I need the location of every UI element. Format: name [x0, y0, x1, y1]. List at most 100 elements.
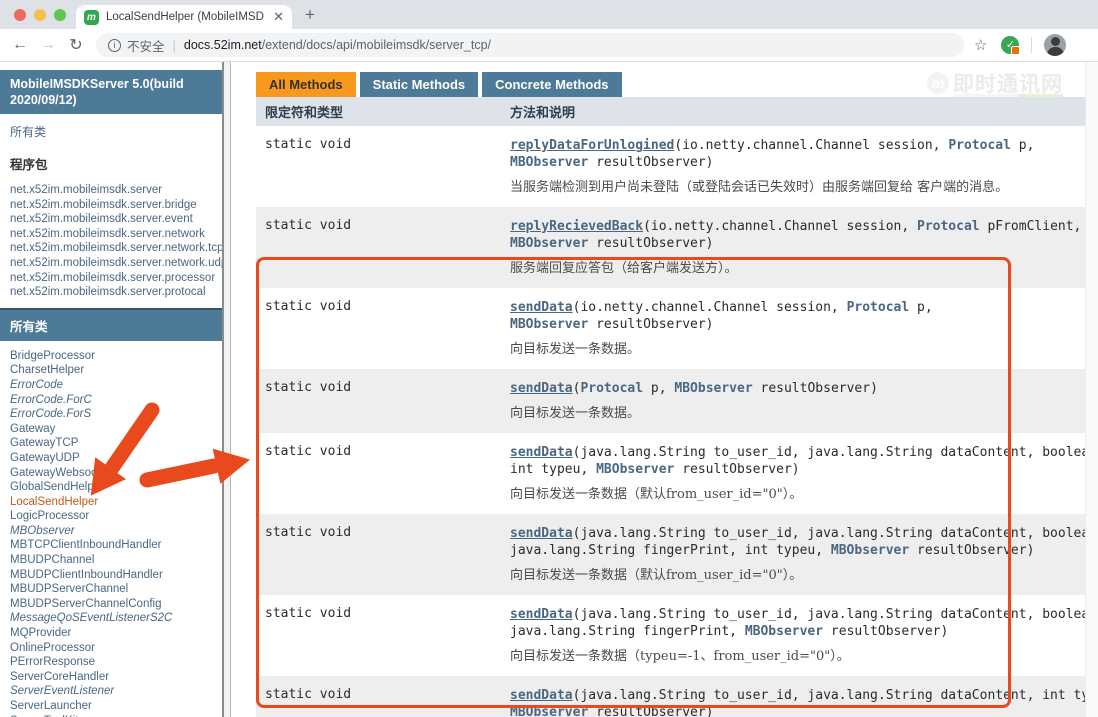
sidebar-class-link-active[interactable]: LocalSendHelper: [10, 496, 98, 508]
sidebar-class-link[interactable]: MBObserver: [10, 525, 75, 537]
type-link[interactable]: Protocal: [948, 138, 1011, 153]
class-item: PErrorResponse: [10, 655, 212, 670]
sidebar-class-link[interactable]: PErrorResponse: [10, 656, 95, 668]
method-cell: sendData(io.netty.channel.Channel sessio…: [510, 299, 1086, 357]
method-link[interactable]: sendData: [510, 688, 573, 703]
type-link[interactable]: MBObserver: [674, 381, 752, 396]
sidebar-class-link[interactable]: MBUDPChannel: [10, 554, 94, 566]
method-link[interactable]: replyRecievedBack: [510, 219, 643, 234]
not-secure-label: 不安全: [127, 36, 165, 55]
browser-tab[interactable]: m LocalSendHelper (MobileIMSD ✕: [76, 5, 292, 29]
sidebar-class-link[interactable]: MBUDPServerChannelConfig: [10, 598, 161, 610]
package-item: net.x52im.mobileimsdk.server.network.udp: [10, 256, 212, 271]
class-item: Gateway: [10, 422, 212, 437]
sidebar-package-link[interactable]: net.x52im.mobileimsdk.server.event: [10, 213, 193, 225]
sidebar-package-link[interactable]: net.x52im.mobileimsdk.server: [10, 184, 162, 196]
url-path: /extend/docs/api/mobileimsdk/server_tcp/: [262, 38, 491, 52]
all-classes-link[interactable]: 所有类: [0, 114, 222, 142]
sidebar-package-link[interactable]: net.x52im.mobileimsdk.server.bridge: [10, 199, 197, 211]
type-link[interactable]: MBObserver: [831, 543, 909, 558]
javadoc-sidebar: MobileIMSDKServer 5.0(build 2020/09/12) …: [0, 62, 222, 717]
sidebar-class-link[interactable]: LogicProcessor: [10, 510, 89, 522]
back-icon[interactable]: ←: [6, 36, 34, 54]
class-item: MQProvider: [10, 626, 212, 641]
method-link[interactable]: sendData: [510, 526, 573, 541]
sidebar-class-link[interactable]: CharsetHelper: [10, 364, 84, 376]
sidebar-scrollbar[interactable]: [222, 62, 231, 717]
maximize-window-button[interactable]: [54, 9, 66, 21]
type-link[interactable]: Protocal: [580, 381, 643, 396]
sidebar-class-link[interactable]: MBTCPClientInboundHandler: [10, 539, 162, 551]
sidebar-class-link[interactable]: ErrorCode.ForS: [10, 408, 91, 420]
type-link[interactable]: Protocal: [847, 300, 910, 315]
url-bar[interactable]: i 不安全 | docs.52im.net /extend/docs/api/m…: [96, 33, 964, 57]
col-method-desc: 方法和说明: [510, 102, 1086, 121]
modifier-type: static void: [265, 218, 510, 276]
package-item: net.x52im.mobileimsdk.server.network: [10, 227, 212, 242]
method-description: 向目标发送一条数据（默认from_user_id="0"）。: [510, 483, 1098, 502]
type-link[interactable]: MBObserver: [745, 624, 823, 639]
sidebar-class-link[interactable]: OnlineProcessor: [10, 642, 95, 654]
tab-concrete-methods[interactable]: Concrete Methods: [482, 72, 621, 98]
class-item: ErrorCode.ForS: [10, 407, 212, 422]
window-controls: [14, 9, 66, 21]
class-item: ErrorCode: [10, 378, 212, 393]
modifier-type: static void: [265, 444, 510, 502]
tab-close-icon[interactable]: ✕: [273, 9, 284, 25]
type-link[interactable]: MBObserver: [510, 317, 588, 332]
forward-icon[interactable]: →: [34, 36, 62, 54]
sidebar-class-link[interactable]: ServerCoreHandler: [10, 671, 109, 683]
class-item: MBObserver: [10, 524, 212, 539]
url-host: docs.52im.net: [184, 38, 262, 52]
reload-icon[interactable]: ↻: [62, 35, 90, 55]
method-description: 服务端回复应答包（给客户端发送方）。: [510, 257, 1086, 276]
method-link[interactable]: replyDataForUnlogined: [510, 138, 674, 153]
sidebar-class-link[interactable]: BridgeProcessor: [10, 350, 95, 362]
sidebar-class-link[interactable]: ServerLauncher: [10, 700, 92, 712]
sidebar-class-link[interactable]: Gateway: [10, 423, 55, 435]
sidebar-package-link[interactable]: net.x52im.mobileimsdk.server.network.udp: [10, 257, 222, 269]
sidebar-package-link[interactable]: net.x52im.mobileimsdk.server.network.tcp: [10, 242, 222, 254]
sidebar-package-link[interactable]: net.x52im.mobileimsdk.server.processor: [10, 272, 215, 284]
sidebar-class-link[interactable]: ErrorCode: [10, 379, 63, 391]
new-tab-button[interactable]: +: [305, 5, 315, 25]
method-signature: sendData(java.lang.String to_user_id, ja…: [510, 444, 1098, 478]
sidebar-class-link[interactable]: GatewayUDP: [10, 452, 80, 464]
sidebar-package-link[interactable]: net.x52im.mobileimsdk.server.protocal: [10, 286, 206, 298]
tab-static-methods[interactable]: Static Methods: [360, 72, 478, 98]
watermark-text: 即时通讯网: [953, 68, 1063, 98]
close-window-button[interactable]: [14, 9, 26, 21]
method-description: 向目标发送一条数据。: [510, 402, 1086, 421]
tab-all-methods[interactable]: All Methods: [256, 72, 356, 98]
sidebar-class-link[interactable]: GatewayWebsocket: [10, 467, 112, 479]
sidebar-class-link[interactable]: MessageQoSEventListenerS2C: [10, 612, 172, 624]
sidebar-package-link[interactable]: net.x52im.mobileimsdk.server.network: [10, 228, 205, 240]
bookmark-star-icon[interactable]: ☆: [974, 36, 987, 54]
minimize-window-button[interactable]: [34, 9, 46, 21]
type-link[interactable]: MBObserver: [510, 155, 588, 170]
type-link[interactable]: MBObserver: [510, 236, 588, 251]
method-link[interactable]: sendData: [510, 445, 573, 460]
type-link[interactable]: MBObserver: [510, 705, 588, 717]
content-scrollbar[interactable]: [1085, 62, 1098, 717]
class-item: GatewayTCP: [10, 436, 212, 451]
extension-icon[interactable]: ✓: [1001, 36, 1019, 54]
method-table-header: 限定符和类型 方法和说明: [256, 97, 1086, 126]
class-item: ServerToolKits: [10, 714, 212, 717]
sidebar-class-link[interactable]: ErrorCode.ForC: [10, 394, 92, 406]
profile-avatar[interactable]: [1044, 34, 1066, 56]
sidebar-class-link[interactable]: MBUDPServerChannel: [10, 583, 128, 595]
sidebar-class-link[interactable]: ServerEventListener: [10, 685, 114, 697]
method-link[interactable]: sendData: [510, 381, 573, 396]
method-cell: sendData(java.lang.String to_user_id, ja…: [510, 687, 1098, 717]
type-link[interactable]: MBObserver: [596, 462, 674, 477]
sidebar-class-link[interactable]: GlobalSendHelper: [10, 481, 104, 493]
class-item: CharsetHelper: [10, 363, 212, 378]
page-info-icon[interactable]: i: [108, 39, 121, 52]
sidebar-class-link[interactable]: MBUDPClientInboundHandler: [10, 569, 163, 581]
sidebar-class-link[interactable]: GatewayTCP: [10, 437, 78, 449]
sidebar-class-link[interactable]: MQProvider: [10, 627, 71, 639]
type-link[interactable]: Protocal: [917, 219, 980, 234]
method-link[interactable]: sendData: [510, 300, 573, 315]
method-link[interactable]: sendData: [510, 607, 573, 622]
